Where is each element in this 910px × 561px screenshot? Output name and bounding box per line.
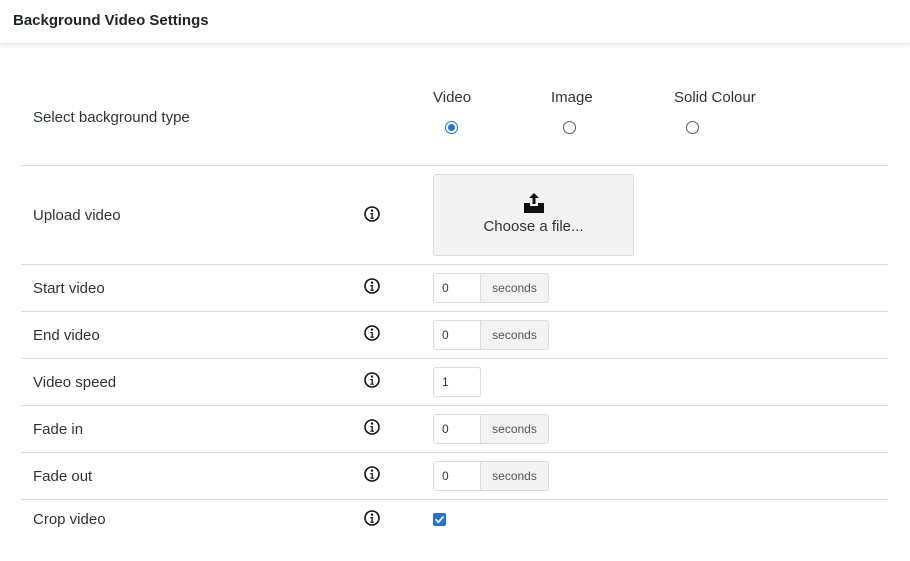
info-icon[interactable] bbox=[364, 510, 380, 526]
start-video-row: Start video 0 seconds bbox=[21, 265, 888, 312]
start-video-label: Start video bbox=[33, 280, 105, 297]
seconds-addon: seconds bbox=[481, 273, 549, 303]
fade-out-row: Fade out 0 seconds bbox=[21, 453, 888, 500]
video-speed-input[interactable]: 1 bbox=[433, 367, 481, 397]
upload-tray-icon bbox=[522, 192, 546, 214]
fade-in-row: Fade in 0 seconds bbox=[21, 406, 888, 453]
fade-out-label: Fade out bbox=[33, 468, 93, 485]
video-speed-label: Video speed bbox=[33, 374, 117, 391]
crop-video-row: Crop video bbox=[21, 500, 888, 542]
fade-in-input[interactable]: 0 bbox=[433, 414, 481, 444]
radio-option-video[interactable]: Video bbox=[433, 70, 471, 134]
page-header: Background Video Settings bbox=[0, 0, 910, 44]
start-video-input-group: 0 seconds bbox=[433, 273, 549, 303]
radio-video[interactable] bbox=[445, 121, 458, 134]
radio-label-solid-colour: Solid Colour bbox=[674, 89, 756, 106]
seconds-addon: seconds bbox=[481, 320, 549, 350]
crop-video-checkbox[interactable] bbox=[433, 513, 446, 526]
radio-solid-colour[interactable] bbox=[686, 121, 699, 134]
fade-in-label: Fade in bbox=[33, 421, 84, 438]
settings-table: Select background type Video Image Solid… bbox=[21, 70, 888, 542]
info-icon[interactable] bbox=[364, 419, 380, 435]
radio-option-solid-colour[interactable]: Solid Colour bbox=[674, 70, 756, 134]
info-icon[interactable] bbox=[364, 372, 380, 388]
choose-file-button[interactable]: Choose a file... bbox=[433, 174, 634, 256]
checkmark-icon bbox=[435, 516, 444, 524]
radio-image[interactable] bbox=[563, 121, 576, 134]
radio-label-image: Image bbox=[551, 89, 593, 106]
end-video-input-group: 0 seconds bbox=[433, 320, 549, 350]
info-icon[interactable] bbox=[364, 206, 380, 222]
start-video-input[interactable]: 0 bbox=[433, 273, 481, 303]
video-speed-row: Video speed 1 bbox=[21, 359, 888, 406]
fade-out-input[interactable]: 0 bbox=[433, 461, 481, 491]
crop-video-label: Crop video bbox=[33, 511, 106, 528]
upload-video-label: Upload video bbox=[33, 207, 121, 224]
upload-video-row: Upload video Choose a file... bbox=[21, 166, 888, 265]
radio-option-image[interactable]: Image bbox=[551, 70, 593, 134]
video-speed-input-group: 1 bbox=[433, 367, 481, 397]
radio-label-video: Video bbox=[433, 89, 472, 106]
end-video-label: End video bbox=[33, 327, 100, 344]
end-video-row: End video 0 seconds bbox=[21, 312, 888, 359]
info-icon[interactable] bbox=[364, 278, 380, 294]
background-type-label: Select background type bbox=[33, 109, 190, 126]
fade-out-input-group: 0 seconds bbox=[433, 461, 549, 491]
page-title: Background Video Settings bbox=[13, 12, 209, 29]
background-type-row: Select background type Video Image Solid… bbox=[21, 70, 888, 166]
seconds-addon: seconds bbox=[481, 461, 549, 491]
info-icon[interactable] bbox=[364, 466, 380, 482]
end-video-input[interactable]: 0 bbox=[433, 320, 481, 350]
choose-file-label: Choose a file... bbox=[483, 218, 584, 235]
seconds-addon: seconds bbox=[481, 414, 549, 444]
fade-in-input-group: 0 seconds bbox=[433, 414, 549, 444]
info-icon[interactable] bbox=[364, 325, 380, 341]
